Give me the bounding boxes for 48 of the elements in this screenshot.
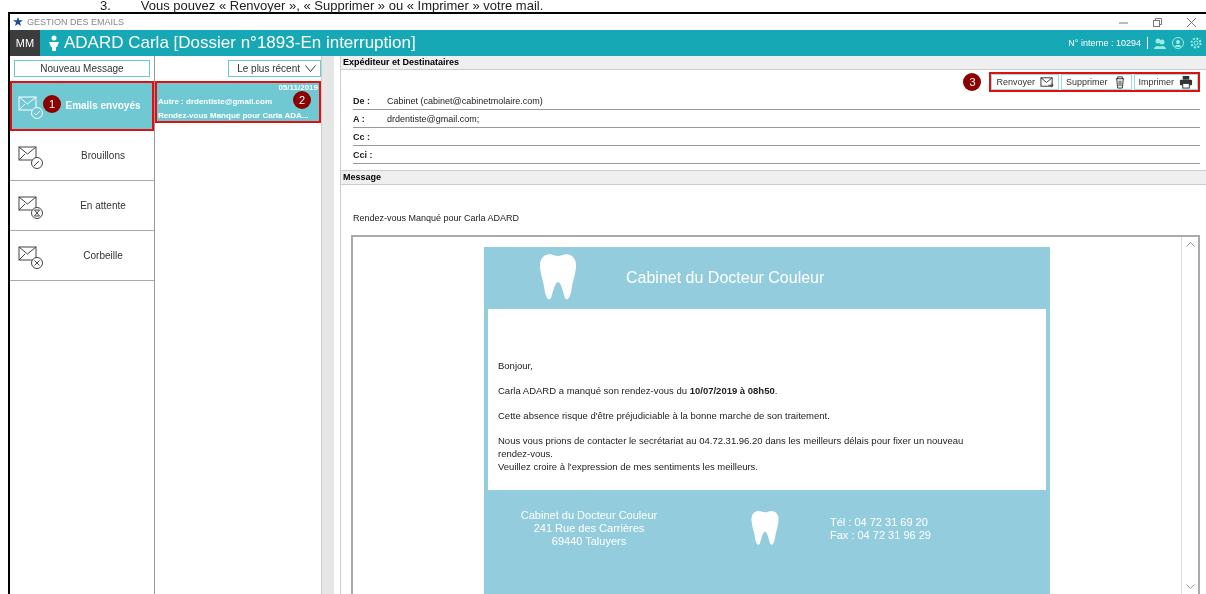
user-icon[interactable]: [1172, 37, 1184, 49]
email-paragraph: Cette absence risque d'être préjudiciable à la bonne marche de son traitement.: [498, 409, 831, 422]
contact-line: Tél : 04 72 31 69 20: [830, 515, 929, 528]
internal-number: N° interne : 10294: [1068, 38, 1141, 48]
contact-line: Fax : 04 72 31 96 29: [830, 528, 931, 541]
person-icon: [48, 35, 60, 51]
people-icon[interactable]: [1154, 37, 1166, 49]
email-paragraph: Bonjour,: [498, 359, 534, 372]
address-line: Cabinet du Docteur Couleur: [519, 509, 659, 521]
action-button[interactable]: Imprimer: [1133, 74, 1198, 90]
message-subject: Rendez-vous Manqué pour Carla ADARD: [352, 212, 521, 225]
field-label: Cci :: [353, 149, 374, 160]
window-title: GESTION DES EMAILS: [27, 17, 125, 27]
address-line: 69440 Taluyers: [550, 535, 628, 547]
scroll-up-icon[interactable]: [1185, 241, 1195, 247]
new-message-button[interactable]: Nouveau Message: [14, 60, 150, 77]
field-label: A :: [353, 113, 366, 124]
folder-item[interactable]: 1 Emails envoyés: [10, 81, 154, 131]
action-button[interactable]: Renvoyer: [991, 74, 1059, 90]
patient-title: ADARD Carla [Dossier n°1893-En interruption]: [64, 33, 416, 53]
printer-icon: [1179, 75, 1193, 89]
callout-number: 3: [963, 73, 982, 91]
star-icon: [13, 17, 23, 27]
scrollbar[interactable]: [321, 56, 334, 594]
callout-number: 1: [43, 95, 61, 113]
banner-title: Cabinet du Docteur Couleur: [626, 269, 825, 287]
restore-icon[interactable]: [1152, 17, 1162, 27]
address-line: 241 Rue des Carrières: [532, 522, 646, 534]
list-number: 3.: [100, 0, 111, 12]
email-paragraph: Carla ADARD a manqué son rendez-vous du 10/07/2019 à 08h50.: [498, 384, 779, 397]
action-button[interactable]: Supprimer: [1061, 74, 1132, 90]
mail-icon: [1040, 75, 1054, 89]
field-value: drdentiste@gmail.com;: [387, 113, 480, 124]
user-initials[interactable]: MM: [10, 30, 40, 56]
email-paragraph: Nous vous prions de contacter le secrétariat au 04.72.31.96.20 dans les meilleurs délais pour fixer un nouveau rendez-vous. Veuillez croire à l'expression de mes sentiments les meilleurs.: [498, 434, 965, 473]
sort-dropdown[interactable]: Le plus récent: [228, 60, 321, 77]
chevron-icon: [305, 65, 316, 72]
message-item[interactable]: 05/11/2019 Autre : drdentiste@gmail.com Rendez-vous Manqué pour Carla ADA... 2: [155, 81, 321, 123]
scroll-down-icon[interactable]: [1185, 584, 1195, 590]
callout-number: 2: [293, 91, 311, 109]
section-header: Message: [341, 171, 1206, 185]
section-header: Expéditeur et Destinataires: [341, 56, 1206, 70]
field-value: Cabinet (cabinet@cabinetmolaire.com): [387, 95, 543, 106]
field-label: Cc :: [353, 131, 371, 142]
close-icon[interactable]: [1186, 17, 1196, 27]
instruction-text: Vous pouvez « Renvoyer », « Supprimer » ou « Imprimer » votre mail.: [140, 0, 544, 12]
settings-icon[interactable]: [1190, 37, 1202, 49]
field-label: De :: [353, 95, 371, 106]
